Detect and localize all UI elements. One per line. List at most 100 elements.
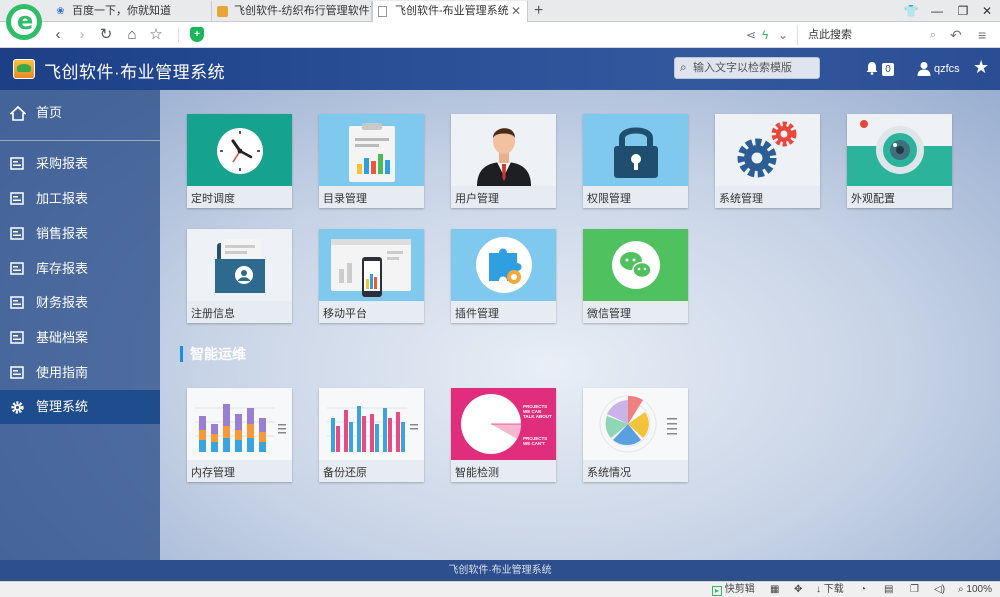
zoom-control[interactable]: ⌕ 100%: [958, 583, 992, 597]
sidebar-item-inventory-report[interactable]: 库存报表: [0, 252, 160, 286]
tile-scheduled-dispatch[interactable]: 定时调度: [187, 114, 292, 208]
history-icon[interactable]: ◔: [860, 583, 866, 597]
tile-label: 目录管理: [323, 193, 367, 205]
sidebar-item-basic-archive[interactable]: 基础档案: [0, 321, 160, 355]
tile-label: 系统管理: [719, 193, 763, 205]
sidebar-item-home[interactable]: 首页: [0, 96, 160, 130]
tile-label: 系统情况: [587, 467, 631, 479]
favorite-star-button[interactable]: ☆: [146, 25, 166, 45]
tile-system-status[interactable]: 系统情况: [583, 388, 688, 482]
search-placeholder: 点此搜索: [808, 29, 852, 41]
stacked-bar-icon: [195, 404, 286, 452]
download-label: 下载: [823, 584, 844, 595]
radial-chart-icon: [599, 395, 677, 453]
shirt-icon[interactable]: 👕: [900, 2, 922, 20]
section-title-intelligent-ops: 智能运维: [180, 346, 246, 362]
calendar-icon[interactable]: ▦: [770, 583, 779, 597]
sidebar-item-label: 管理系统: [36, 399, 89, 414]
app-footer: 飞创软件·布业管理系统: [0, 560, 1000, 581]
sidebar-item-user-guide[interactable]: 使用指南: [0, 356, 160, 390]
browser-search-box[interactable]: 点此搜索 ⌕: [797, 25, 942, 45]
close-window-button[interactable]: ✕: [976, 2, 998, 20]
search-icon[interactable]: ⌕: [930, 25, 936, 45]
report-icon: [10, 227, 24, 240]
tile-label: 智能检测: [455, 467, 499, 479]
tile-appearance-config[interactable]: 外观配置: [847, 114, 952, 208]
back-button[interactable]: ‹: [48, 25, 68, 45]
close-icon[interactable]: ✕: [511, 1, 521, 21]
bell-icon[interactable]: [865, 61, 879, 75]
tile-smart-detection[interactable]: PROJECTS WE CAN TALK ABOUT PROJECTS WE C…: [451, 388, 556, 482]
screenshot-tool[interactable]: ▸ 快剪辑: [712, 583, 755, 597]
tile-mobile-platform[interactable]: 移动平台: [319, 229, 424, 323]
new-tab-button[interactable]: +: [534, 1, 543, 21]
pie-projects-icon: [461, 394, 521, 454]
browser-tab-feichuang-site[interactable]: 飞创软件-纺织布行管理软件首选: [212, 1, 372, 22]
notification-count[interactable]: 0: [882, 63, 894, 76]
tile-wechat-management[interactable]: 微信管理: [583, 229, 688, 323]
template-search-input[interactable]: [693, 60, 815, 76]
star-icon[interactable]: ★: [973, 57, 989, 77]
report-icon: [10, 331, 24, 344]
divider: [178, 28, 179, 42]
user-icon[interactable]: [917, 61, 931, 76]
tile-backup-restore[interactable]: 备份还原: [319, 388, 424, 482]
tile-label: 定时调度: [191, 193, 235, 205]
chevron-down-icon[interactable]: ⌄: [778, 26, 788, 44]
tile-memory-management[interactable]: 内存管理: [187, 388, 292, 482]
home-button[interactable]: ⌂: [122, 25, 142, 45]
security-shield-icon[interactable]: +: [190, 27, 204, 42]
tile-label: 插件管理: [455, 308, 499, 320]
sidebar-item-processing-report[interactable]: 加工报表: [0, 182, 160, 216]
sidebar-item-purchase-report[interactable]: 采购报表: [0, 147, 160, 181]
search-icon: ⌕: [680, 60, 687, 74]
report-icon: [10, 192, 24, 205]
sidebar-item-label: 基础档案: [36, 330, 89, 345]
forward-button[interactable]: ›: [72, 25, 92, 45]
tile-permission-management[interactable]: 权限管理: [583, 114, 688, 208]
browser-tab-bar: ❀ 百度一下，你就知道 飞创软件-纺织布行管理软件首选 飞创软件-布业管理系统 …: [0, 0, 1000, 23]
tile-label: 微信管理: [587, 308, 631, 320]
template-search-box[interactable]: ⌕: [674, 57, 820, 79]
browser-logo[interactable]: e: [6, 4, 42, 40]
sidebar-item-sales-report[interactable]: 销售报表: [0, 217, 160, 251]
address-bar: ‹ › ↻ ⌂ ☆ + ⋖ ϟ ⌄ 点此搜索 ⌕ ↶ ≡: [0, 22, 1000, 48]
layout-icon[interactable]: ▤: [884, 583, 893, 597]
padlock-icon: [614, 127, 658, 178]
favicon-icon: [217, 6, 228, 17]
tile-label: 用户管理: [455, 193, 499, 205]
sidebar-item-label: 首页: [36, 105, 63, 120]
undo-icon[interactable]: ↶: [950, 26, 962, 44]
download-button[interactable]: ↓ 下载: [816, 583, 844, 597]
reload-button[interactable]: ↻: [96, 25, 116, 45]
camera-lens-icon: [847, 120, 952, 186]
tile-label: 内存管理: [191, 467, 235, 479]
sidebar-item-finance-report[interactable]: 财务报表: [0, 286, 160, 320]
tile-catalog-management[interactable]: 目录管理: [319, 114, 424, 208]
tab-title: 飞创软件-布业管理系统: [395, 5, 509, 17]
app-logo: [13, 59, 35, 79]
sidebar-item-label: 财务报表: [36, 295, 89, 310]
window-icon[interactable]: ❐: [910, 583, 919, 597]
tile-user-management[interactable]: 用户管理: [451, 114, 556, 208]
menu-icon[interactable]: ≡: [978, 26, 986, 44]
browser-tab-baidu[interactable]: ❀ 百度一下，你就知道: [50, 1, 212, 22]
paw-icon: ❀: [56, 6, 65, 17]
tile-plugin-management[interactable]: 插件管理: [451, 229, 556, 323]
sidebar-item-label: 库存报表: [36, 261, 89, 276]
username[interactable]: qzfcs: [934, 63, 960, 75]
tile-label: 移动平台: [323, 308, 367, 320]
page-icon: [378, 6, 387, 17]
tile-registration-info[interactable]: 注册信息: [187, 229, 292, 323]
minimize-button[interactable]: —: [926, 2, 948, 20]
lightning-icon[interactable]: ϟ: [762, 26, 768, 44]
tile-system-management[interactable]: 系统管理: [715, 114, 820, 208]
share-icon[interactable]: ⋖: [746, 26, 756, 44]
speaker-icon[interactable]: ◁): [934, 583, 945, 597]
sidebar-item-management-system[interactable]: 管理系统: [0, 390, 160, 424]
tile-label: 注册信息: [191, 308, 235, 320]
puzzle-plugin-icon[interactable]: ✥: [794, 583, 802, 597]
tile-label: 权限管理: [587, 193, 631, 205]
restore-button[interactable]: ❐: [952, 2, 974, 20]
browser-tab-app[interactable]: 飞创软件-布业管理系统 ✕: [372, 1, 528, 23]
